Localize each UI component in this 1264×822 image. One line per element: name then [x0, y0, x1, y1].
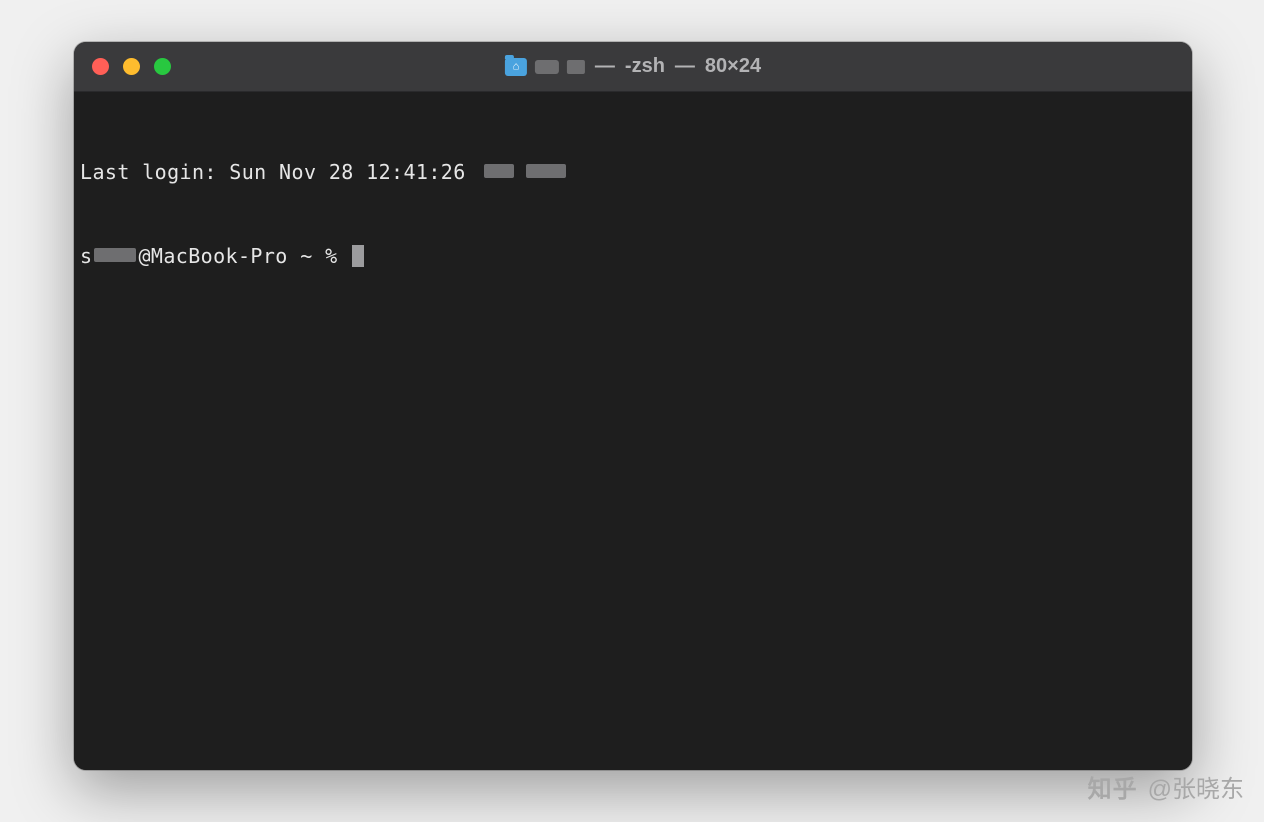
title-separator: —	[595, 55, 615, 78]
title-dimensions: 80×24	[705, 55, 761, 78]
prompt-symbol: %	[325, 242, 337, 270]
title-icons	[505, 58, 585, 76]
prompt-path: ~	[300, 242, 312, 270]
minimize-button[interactable]	[123, 58, 140, 75]
terminal-window: — -zsh — 80×24 Last login: Sun Nov 28 12…	[74, 42, 1192, 770]
redacted-icon	[567, 60, 585, 74]
traffic-lights	[74, 58, 171, 75]
redacted-username	[94, 248, 136, 262]
redacted-icon	[535, 60, 559, 74]
title-separator: —	[675, 55, 695, 78]
prompt-user-prefix: s	[80, 242, 92, 270]
prompt-line: s @MacBook-Pro ~ %	[80, 242, 1186, 270]
watermark-author: @张晓东	[1148, 769, 1244, 804]
home-folder-icon	[505, 58, 527, 76]
last-login-line: Last login: Sun Nov 28 12:41:26	[80, 158, 1186, 186]
prompt-host: @MacBook-Pro	[138, 242, 287, 270]
window-title: — -zsh — 80×24	[505, 55, 761, 78]
watermark: 知乎 @张晓东	[1088, 769, 1244, 804]
cursor	[352, 245, 364, 267]
zoom-button[interactable]	[154, 58, 171, 75]
last-login-time: Sun Nov 28 12:41:26	[229, 158, 465, 186]
terminal-body[interactable]: Last login: Sun Nov 28 12:41:26 s @MacBoo…	[74, 92, 1192, 770]
redacted-text	[526, 164, 566, 178]
titlebar[interactable]: — -zsh — 80×24	[74, 42, 1192, 92]
zhihu-logo: 知乎	[1088, 769, 1138, 804]
last-login-label: Last login:	[80, 158, 229, 186]
title-shell-name: -zsh	[625, 55, 665, 78]
close-button[interactable]	[92, 58, 109, 75]
redacted-text	[484, 164, 514, 178]
